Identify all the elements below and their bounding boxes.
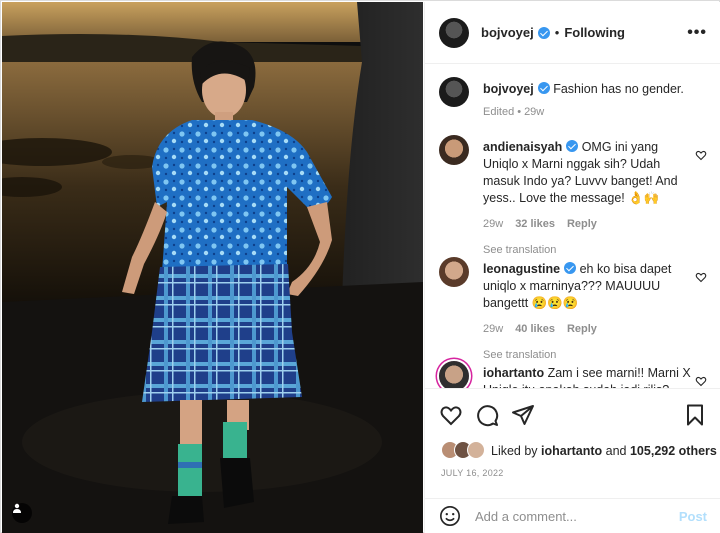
caption-meta: Edited • 29w — [483, 104, 693, 121]
caption-edited: Edited — [483, 106, 515, 118]
comment-username[interactable]: andienaisyah — [483, 140, 562, 154]
share-paper-plane-icon[interactable] — [511, 403, 535, 427]
add-comment-input[interactable]: Add a comment... — [475, 509, 679, 524]
author-avatar[interactable] — [439, 17, 469, 48]
comment-item: andienaisyah OMG ini yang Uniqlo x Marni… — [439, 135, 709, 256]
verified-badge-icon — [566, 140, 579, 152]
post-photo-illustration — [2, 2, 423, 533]
post-actions: Liked by iohartanto and 105,292 others J… — [425, 388, 720, 498]
reply-button[interactable]: Reply — [567, 323, 597, 335]
caption: bojvoyej Fashion has no gender. Edited • 2… — [439, 77, 709, 127]
liked-by-user[interactable]: iohartanto — [541, 444, 602, 458]
liked-by-and: and — [605, 444, 627, 458]
post-side-panel: bojvoyej • Following ••• bojvoyej Fashio… — [424, 2, 720, 533]
comments-list[interactable]: bojvoyej Fashion has no gender. Edited • 2… — [425, 65, 720, 388]
comment-age[interactable]: 29w — [483, 218, 503, 230]
comment-body: andienaisyah OMG ini yang Uniqlo x Marni… — [483, 139, 693, 259]
caption-body: bojvoyej Fashion has no gender. Edited • 2… — [483, 81, 693, 121]
comment-item: leonagustine eh ko bisa dapet uniqlo x m… — [439, 257, 709, 361]
comment-likes[interactable]: 40 likes — [515, 323, 555, 335]
post-date[interactable]: JULY 16, 2022 — [441, 468, 504, 478]
comment-meta: 29w 40 likes Reply — [483, 321, 693, 338]
likers-avatars[interactable] — [441, 441, 485, 461]
caption-username[interactable]: bojvoyej — [483, 82, 534, 96]
following-button[interactable]: Following — [564, 25, 625, 40]
post-comment-button[interactable]: Post — [679, 509, 707, 524]
caption-age[interactable]: 29w — [524, 106, 544, 118]
commenter-avatar[interactable] — [439, 257, 469, 287]
verified-badge-icon — [564, 262, 577, 274]
liked-by-prefix: Liked by — [491, 444, 538, 458]
caption-avatar[interactable] — [439, 77, 469, 107]
header-separator: • — [554, 25, 560, 40]
comment-body: iohartanto Zam i see marni!! Marni X Uni… — [483, 365, 693, 388]
post-header: bojvoyej • Following ••• — [425, 2, 720, 64]
comment-meta: 29w 32 likes Reply — [483, 216, 693, 233]
commenter-avatar[interactable] — [439, 361, 469, 388]
likes-summary: Liked by iohartanto and 105,292 others — [441, 441, 717, 461]
comment-bubble-icon[interactable] — [475, 403, 499, 427]
comment-body: leonagustine eh ko bisa dapet uniqlo x m… — [483, 261, 693, 364]
author-username[interactable]: bojvoyej — [481, 25, 534, 40]
caption-separator: • — [517, 106, 522, 118]
comment-age[interactable]: 29w — [483, 323, 503, 335]
like-comment-heart-icon[interactable] — [695, 375, 707, 387]
commenter-avatar[interactable] — [439, 135, 469, 165]
reply-button[interactable]: Reply — [567, 218, 597, 230]
add-comment-bar: Add a comment... Post — [425, 498, 720, 533]
action-buttons-row — [439, 403, 707, 429]
like-heart-icon[interactable] — [439, 403, 463, 427]
tagged-user-icon[interactable] — [12, 503, 32, 523]
instagram-post-window: bojvoyej • Following ••• bojvoyej Fashio… — [0, 0, 720, 533]
comment-username[interactable]: iohartanto — [483, 366, 544, 380]
liked-by-others[interactable]: 105,292 others — [630, 444, 717, 458]
verified-badge-icon — [537, 26, 550, 39]
more-options-icon[interactable]: ••• — [687, 24, 707, 42]
emoji-smiley-icon[interactable] — [439, 505, 461, 527]
comment-username[interactable]: leonagustine — [483, 262, 560, 276]
comment-likes[interactable]: 32 likes — [515, 218, 555, 230]
like-comment-heart-icon[interactable] — [695, 271, 707, 283]
save-bookmark-icon[interactable] — [683, 403, 707, 427]
comment-item: iohartanto Zam i see marni!! Marni X Uni… — [439, 361, 709, 388]
post-photo[interactable] — [2, 2, 423, 533]
caption-text: Fashion has no gender. — [553, 82, 684, 96]
like-comment-heart-icon[interactable] — [695, 149, 707, 161]
verified-badge-icon — [537, 82, 550, 94]
